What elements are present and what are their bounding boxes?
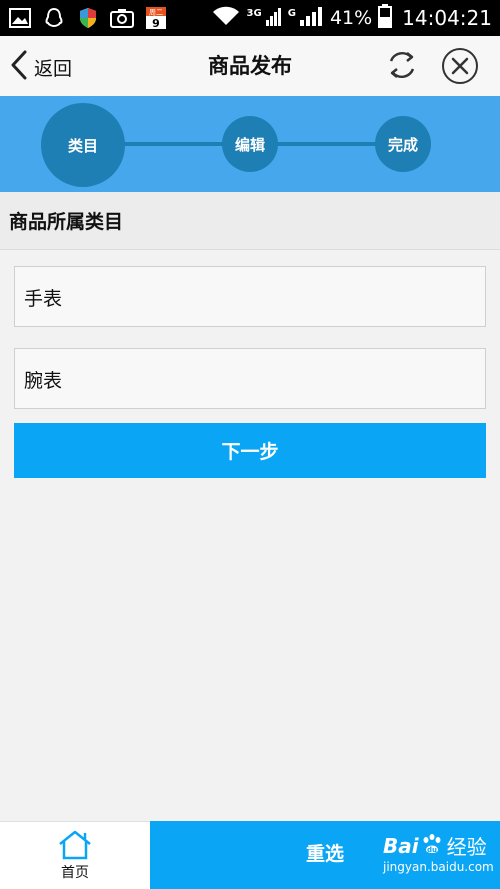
- refresh-icon: [389, 51, 415, 79]
- status-notification-icons: 周二 9: [8, 7, 168, 30]
- close-icon: [442, 48, 478, 84]
- status-system-icons: 3G G 41% 14:04:21: [211, 3, 492, 33]
- refresh-button[interactable]: [384, 47, 420, 83]
- baidu-jingyan-watermark: Bai du 经验 jingyan.baidu.com: [383, 831, 494, 874]
- step-connector: [275, 142, 379, 146]
- back-button[interactable]: 返回: [10, 50, 72, 84]
- chevron-left-icon: [10, 50, 28, 84]
- watermark-url: jingyan.baidu.com: [383, 860, 494, 874]
- image-icon: [8, 7, 32, 29]
- battery-icon: [378, 3, 393, 33]
- app-header: 返回 商品发布: [0, 36, 500, 96]
- step-complete: 完成: [375, 116, 431, 172]
- category-item[interactable]: 腕表: [14, 348, 486, 409]
- step-label: 完成: [387, 135, 418, 154]
- step-connector: [120, 142, 226, 146]
- signal-icon: [265, 6, 282, 31]
- page-title: 商品发布: [208, 54, 292, 78]
- step-label: 编辑: [234, 135, 265, 154]
- next-step-button[interactable]: 下一步: [14, 423, 486, 478]
- reset-label: 重选: [306, 843, 345, 865]
- bottom-nav: 首页 重选 Bai du 经验 jingyan.baidu.com: [0, 821, 500, 889]
- reset-button[interactable]: 重选 Bai du 经验 jingyan.baidu.com: [150, 821, 500, 889]
- progress-steps: 类目 编辑 完成: [0, 96, 500, 192]
- section-title: 商品所属类目: [0, 192, 500, 250]
- step-label: 类目: [67, 136, 98, 155]
- svg-text:du: du: [427, 846, 437, 854]
- camera-icon: [110, 7, 134, 29]
- network-type-3g: 3G: [246, 7, 262, 19]
- step-category: 类目: [41, 103, 125, 187]
- watermark-brand: Bai: [383, 833, 419, 858]
- calendar-icon: 周二 9: [144, 7, 168, 30]
- home-label: 首页: [61, 864, 89, 881]
- status-clock: 14:04:21: [402, 6, 492, 30]
- back-label: 返回: [34, 57, 73, 80]
- status-bar: 周二 9 3G G 41% 14:04:21: [0, 0, 500, 36]
- battery-percent: 41%: [329, 7, 373, 29]
- qq-icon: [42, 7, 66, 29]
- category-item[interactable]: 手表: [14, 266, 486, 327]
- close-button[interactable]: [441, 47, 479, 85]
- shield-icon: [76, 7, 100, 29]
- calendar-day: 9: [152, 17, 160, 30]
- signal-icon-2: [299, 6, 324, 31]
- home-tab[interactable]: 首页: [0, 821, 150, 889]
- watermark-jingyan: 经验: [446, 835, 487, 859]
- calendar-weekday: 周二: [149, 9, 163, 17]
- wifi-icon: [211, 5, 241, 32]
- step-edit: 编辑: [222, 116, 278, 172]
- network-type-g: G: [287, 7, 296, 19]
- paw-icon: du: [421, 833, 443, 859]
- home-icon: [59, 830, 91, 859]
